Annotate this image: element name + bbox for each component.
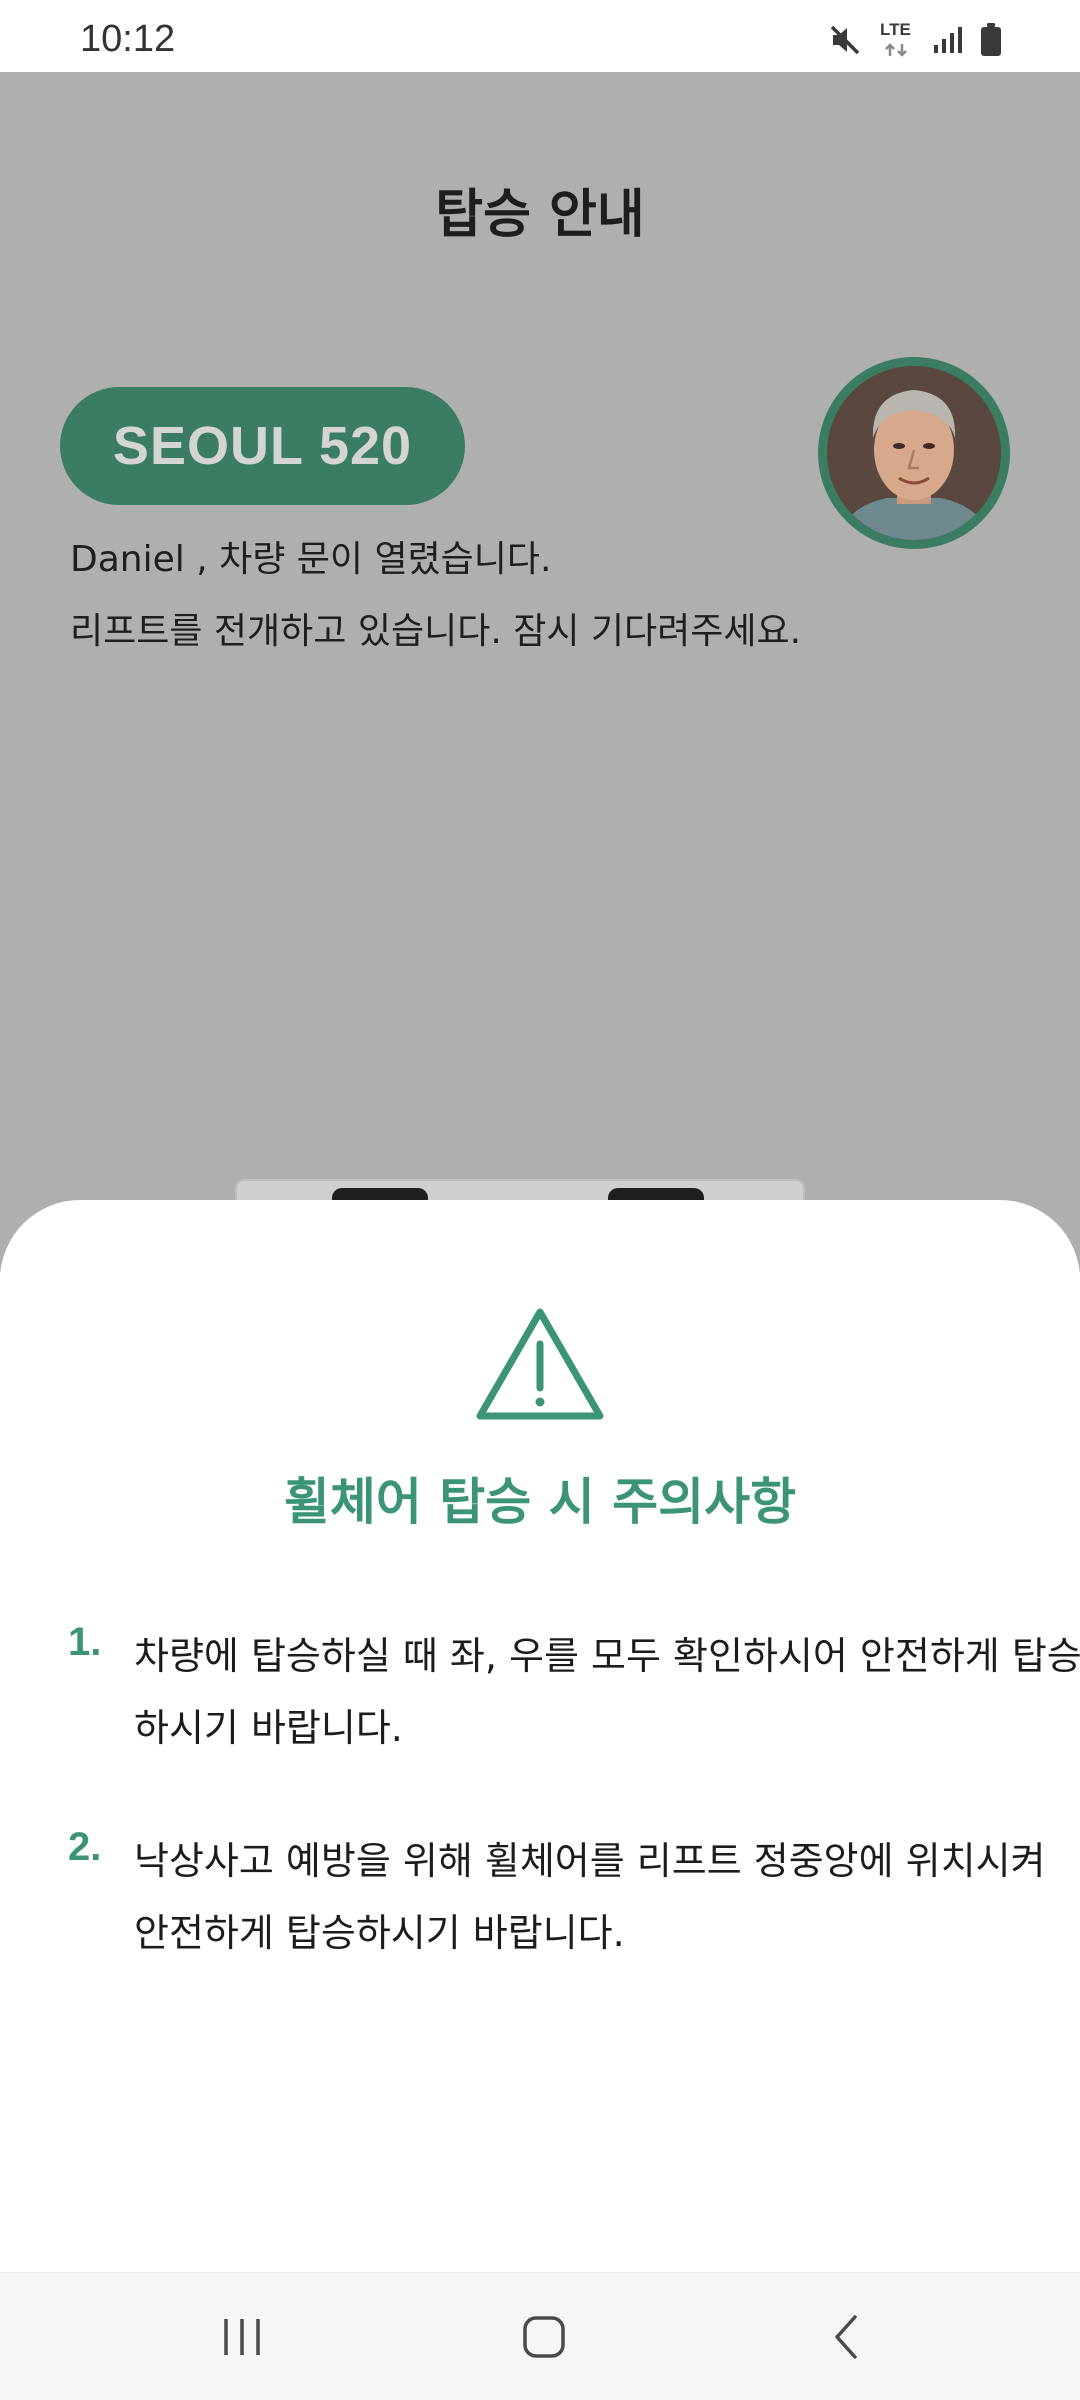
lift-deploying-message: 리프트를 전개하고 있습니다. 잠시 기다려주세요. <box>70 611 802 652</box>
recent-apps-icon <box>224 2319 260 2355</box>
notice-number: 2. <box>68 1825 102 1869</box>
notice-text: 낙상사고 예방을 위해 휠체어를 리프트 정중앙에 위치시켜 안전하게 탑승하시… <box>134 1839 1046 1955</box>
home-icon <box>523 2316 565 2358</box>
recent-apps-button[interactable] <box>182 2273 302 2400</box>
status-bar: 10:12 LTE <box>0 0 1080 72</box>
status-icons: LTE <box>828 20 1002 58</box>
door-opened-message: Daniel , 차량 문이 열렸습니다. <box>70 539 552 580</box>
mute-icon <box>828 23 862 57</box>
notice-number: 1. <box>68 1620 102 1664</box>
avatar-photo <box>827 366 1001 540</box>
notice-text: 차량에 탑승하실 때 좌, 우를 모두 확인하시어 안전하게 탑승하시기 바랍니… <box>134 1634 1080 1750</box>
status-time: 10:12 <box>80 18 176 60</box>
home-button[interactable] <box>484 2273 604 2400</box>
back-button[interactable] <box>786 2273 906 2400</box>
battery-icon <box>980 23 1002 57</box>
warning-triangle-icon <box>472 1302 608 1430</box>
network-label: LTE <box>880 20 911 39</box>
lte-data-icon: LTE <box>880 20 914 58</box>
boarding-caution-sheet: 휠체어 탑승 시 주의사항 1. 차량에 탑승하실 때 좌, 우를 모두 확인하… <box>0 1200 1080 2275</box>
vehicle-id-badge: SEOUL 520 <box>60 387 465 505</box>
back-icon <box>835 2315 857 2359</box>
page-title: 탑승 안내 <box>435 185 645 245</box>
boarding-guide-screen: 탑승 안내 SEOUL 520 Daniel , 차량 문이 열렸습니다. 리프… <box>0 72 1080 1272</box>
system-nav-bar <box>0 2272 1080 2400</box>
signal-icon <box>932 25 962 55</box>
driver-avatar <box>818 357 1010 549</box>
caution-title: 휠체어 탑승 시 주의사항 <box>283 1473 797 1531</box>
